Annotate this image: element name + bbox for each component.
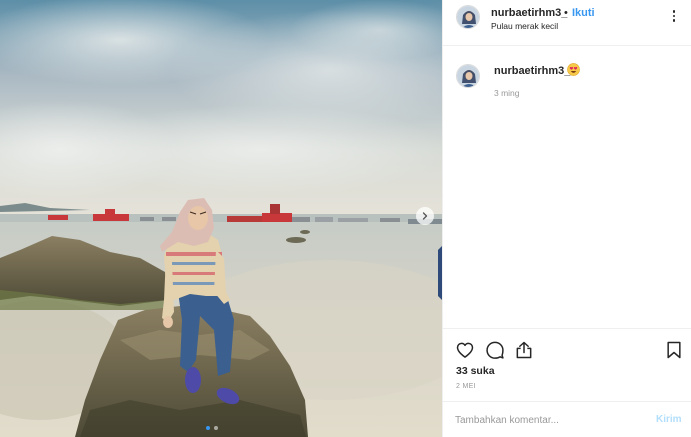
chevron-right-icon (422, 212, 428, 220)
heart-icon[interactable] (455, 340, 475, 360)
likes-count[interactable]: 33 suka (456, 365, 495, 377)
comment-form: Kirim (443, 401, 691, 437)
photo-scene (0, 0, 442, 437)
carousel-indicator (206, 426, 218, 430)
post-photo[interactable] (0, 0, 442, 437)
more-dot (672, 19, 676, 22)
post-actions: 33 suka 2 MEI (443, 328, 691, 400)
next-slide-button[interactable] (416, 207, 434, 225)
more-horizontal-icon (672, 10, 676, 13)
post-username[interactable]: nurbaetirhm3_ (491, 7, 567, 19)
share-icon[interactable] (514, 340, 534, 360)
post-header: nurbaetirhm3_ • Ikuti Pulau merak kecil (443, 0, 691, 46)
avatar-image (457, 65, 479, 87)
caption-avatar[interactable] (456, 64, 480, 88)
post-location[interactable]: Pulau merak kecil (491, 21, 558, 31)
separator-dot: • (564, 7, 568, 19)
bookmark-icon[interactable] (664, 340, 684, 360)
more-dot (672, 14, 676, 18)
carousel-dot-1 (206, 426, 210, 430)
avatar-image (457, 6, 479, 28)
caption-username[interactable]: nurbaetirhm3_ (494, 65, 570, 77)
carousel-dot-2 (214, 426, 218, 430)
caption-time[interactable]: 3 ming (494, 88, 520, 98)
more-options-button[interactable] (667, 9, 681, 23)
comment-input[interactable] (455, 412, 645, 428)
avatar[interactable] (456, 5, 480, 29)
post-sidebar: nurbaetirhm3_ • Ikuti Pulau merak kecil … (442, 0, 691, 437)
post-comment-button[interactable]: Kirim (656, 414, 682, 425)
heart-eyes-emoji-icon (567, 63, 580, 76)
post-date[interactable]: 2 MEI (456, 383, 476, 390)
follow-button[interactable]: Ikuti (572, 7, 595, 19)
comment-icon[interactable] (485, 340, 505, 360)
